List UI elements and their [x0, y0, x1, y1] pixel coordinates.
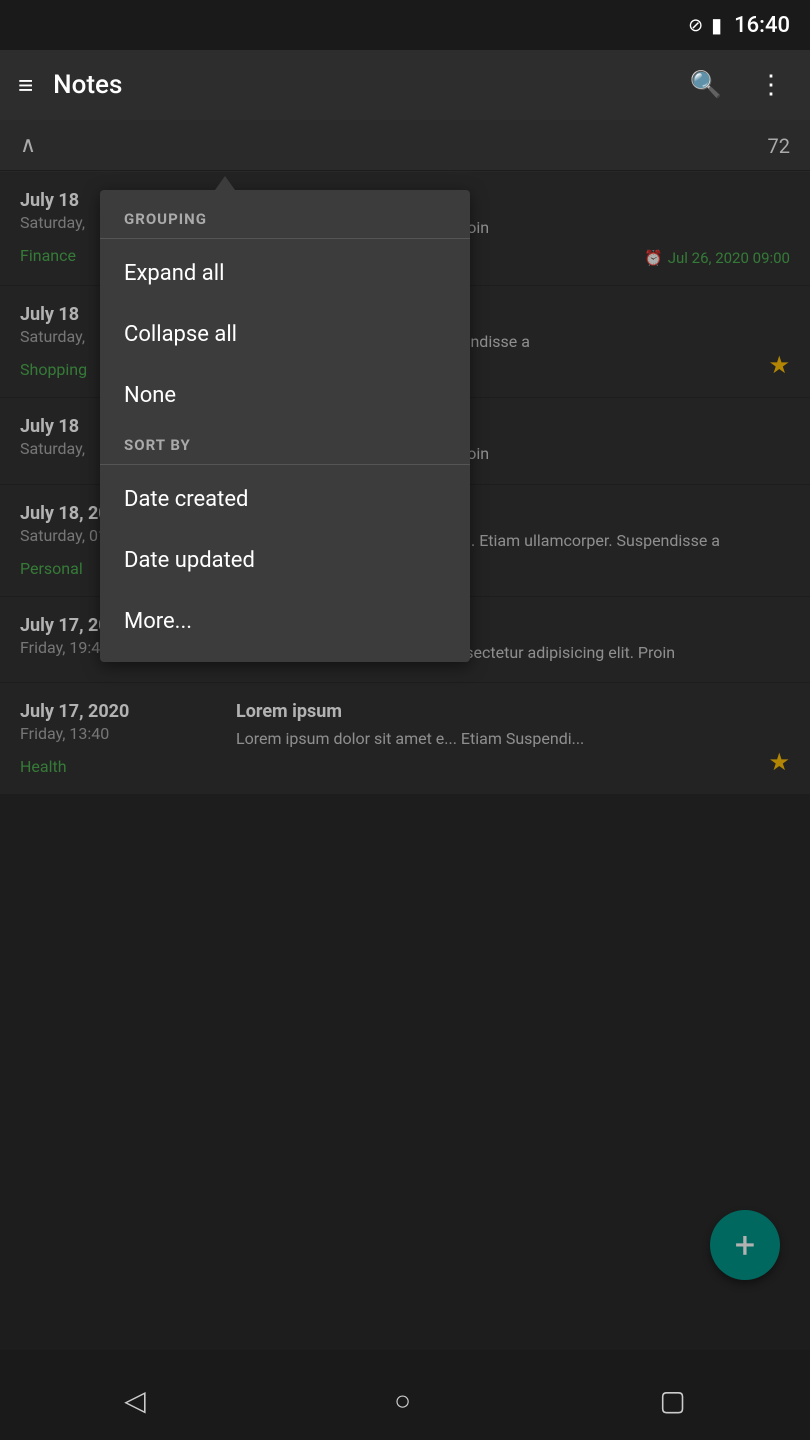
more-icon[interactable]: ⋮	[750, 62, 792, 108]
collapse-all-item[interactable]: Collapse all	[100, 304, 470, 365]
recents-button[interactable]: ▢	[629, 1374, 715, 1427]
back-button[interactable]: ◁	[94, 1374, 176, 1427]
grouping-label: GROUPING	[100, 200, 470, 234]
sim-icon: ⊘	[688, 15, 703, 36]
app-bar: ≡ Notes 🔍 ⋮	[0, 50, 810, 120]
notes-container: ∧ 72 July 18 Saturday, Finance Lorem ips…	[0, 120, 810, 1350]
date-created-item[interactable]: Date created	[100, 469, 470, 530]
battery-icon: ▮	[711, 13, 722, 37]
search-icon[interactable]: 🔍	[682, 62, 730, 108]
group-count: 72	[768, 134, 790, 158]
none-item[interactable]: None	[100, 365, 470, 426]
group-header[interactable]: ∧ 72	[0, 120, 810, 172]
expand-all-item[interactable]: Expand all	[100, 243, 470, 304]
app-title: Notes	[53, 70, 661, 100]
dropdown-menu: GROUPING Expand all Collapse all None SO…	[100, 190, 470, 662]
status-time: 16:40	[734, 13, 790, 38]
divider	[100, 464, 470, 465]
dropdown-caret	[215, 176, 235, 190]
date-updated-item[interactable]: Date updated	[100, 530, 470, 591]
status-bar: ⊘ ▮ 16:40	[0, 0, 810, 50]
bottom-nav: ◁ ○ ▢	[0, 1360, 810, 1440]
divider	[100, 238, 470, 239]
more-item[interactable]: More...	[100, 591, 470, 652]
sort-by-label: SORT BY	[100, 426, 470, 460]
home-button[interactable]: ○	[364, 1374, 441, 1427]
status-icons: ⊘ ▮	[688, 13, 722, 37]
chevron-up-icon[interactable]: ∧	[20, 133, 36, 158]
menu-icon[interactable]: ≡	[18, 70, 33, 101]
